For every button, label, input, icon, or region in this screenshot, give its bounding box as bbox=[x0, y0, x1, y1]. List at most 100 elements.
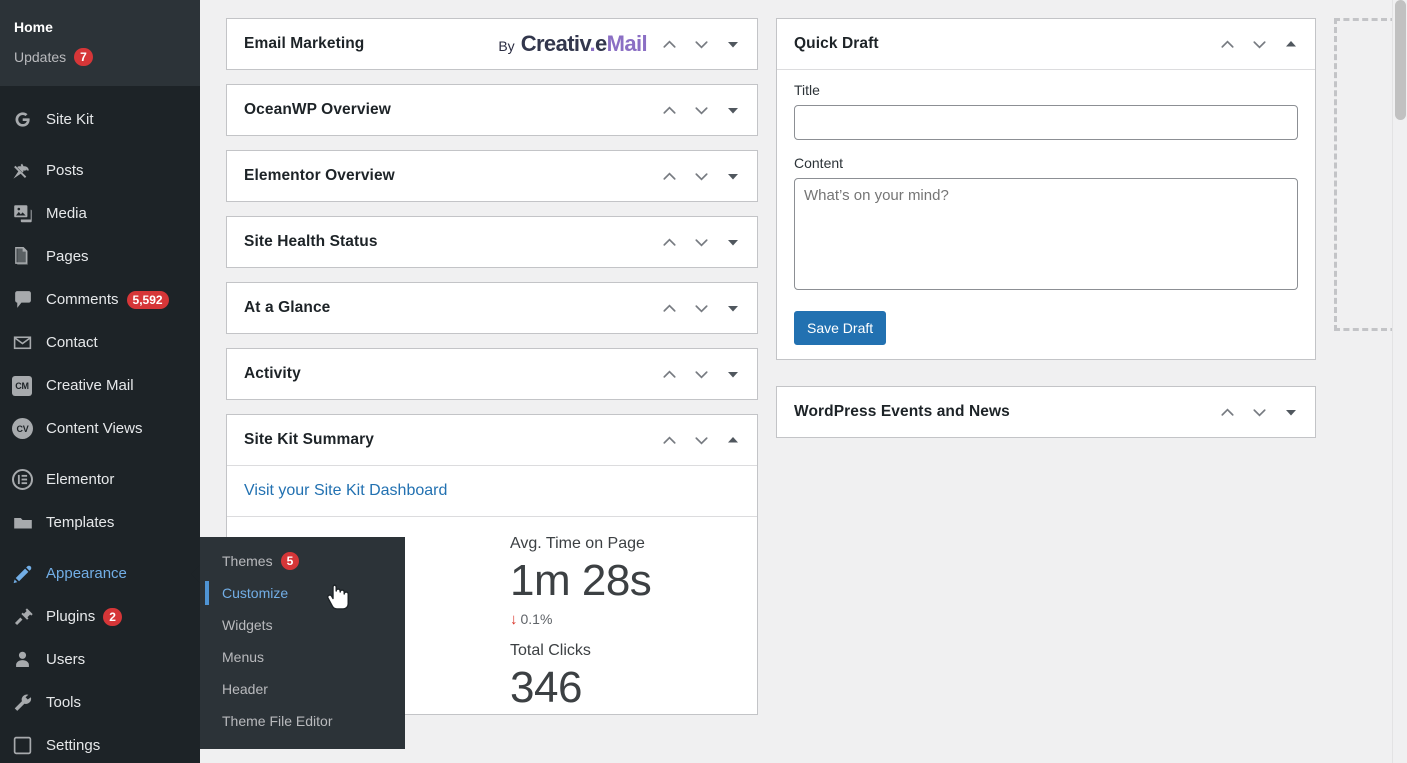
google-g-icon bbox=[12, 108, 40, 132]
chevron-down-icon[interactable] bbox=[1243, 28, 1275, 60]
widget-elementor-overview-header[interactable]: Elementor Overview bbox=[227, 151, 757, 201]
chevron-down-icon[interactable] bbox=[685, 358, 717, 390]
widget-quick-draft-body: Title Content Save Draft bbox=[777, 69, 1315, 359]
triangle-down-icon[interactable] bbox=[717, 226, 749, 258]
page-scrollbar[interactable] bbox=[1392, 0, 1407, 763]
triangle-up-icon[interactable] bbox=[1275, 28, 1307, 60]
widget-email-marketing: Email Marketing By Creativ.eMail bbox=[226, 18, 758, 70]
chevron-down-icon[interactable] bbox=[685, 292, 717, 324]
chevron-down-icon[interactable] bbox=[1243, 396, 1275, 428]
chevron-up-icon[interactable] bbox=[653, 292, 685, 324]
submenu-item-theme-file-editor[interactable]: Theme File Editor bbox=[200, 705, 405, 737]
triangle-down-icon[interactable] bbox=[717, 358, 749, 390]
chevron-down-icon[interactable] bbox=[685, 94, 717, 126]
elementor-icon bbox=[12, 468, 40, 492]
submenu-item-menus[interactable]: Menus bbox=[200, 641, 405, 673]
chevron-down-icon[interactable] bbox=[685, 160, 717, 192]
stat-value-avg-time-on-page: 1m 28s bbox=[510, 556, 652, 605]
sidebar-item-tools[interactable]: Tools bbox=[0, 681, 200, 724]
quick-draft-title-input[interactable] bbox=[794, 105, 1298, 140]
sidebar-item-settings-label: Settings bbox=[46, 737, 101, 754]
triangle-down-icon[interactable] bbox=[717, 28, 749, 60]
sidebar-item-posts[interactable]: Posts bbox=[0, 149, 200, 192]
dashboard-column-middle: Quick Draft Title Content What’s on your… bbox=[776, 18, 1316, 452]
widget-activity-header[interactable]: Activity bbox=[227, 349, 757, 399]
sidebar-menu: Site Kit Posts Media Pages Comments 5,59… bbox=[0, 86, 200, 763]
submenu-item-menus-label: Menus bbox=[222, 649, 265, 665]
widget-site-kit-summary-title: Site Kit Summary bbox=[244, 431, 374, 448]
pages-icon bbox=[12, 245, 40, 269]
quick-draft-content-textarea[interactable] bbox=[794, 178, 1298, 290]
chevron-down-icon[interactable] bbox=[685, 424, 717, 456]
widget-site-health-status: Site Health Status bbox=[226, 216, 758, 268]
submenu-item-header[interactable]: Header bbox=[200, 673, 405, 705]
sidebar-item-site-kit[interactable]: Site Kit bbox=[0, 98, 200, 141]
sidebar-item-users[interactable]: Users bbox=[0, 638, 200, 681]
submenu-item-themes[interactable]: Themes 5 bbox=[200, 545, 405, 577]
widget-site-kit-summary-header[interactable]: Site Kit Summary bbox=[227, 415, 757, 465]
widget-email-marketing-header[interactable]: Email Marketing By Creativ.eMail bbox=[227, 19, 757, 69]
sidebar-dashboard-subnav: Home Updates 7 bbox=[0, 0, 200, 86]
chevron-up-icon[interactable] bbox=[653, 160, 685, 192]
submenu-item-customize[interactable]: Customize bbox=[200, 577, 405, 609]
sidebar-item-appearance[interactable]: Appearance bbox=[0, 552, 200, 595]
quick-draft-content-label: Content bbox=[794, 155, 844, 171]
save-draft-button[interactable]: Save Draft bbox=[794, 311, 887, 345]
sidebar-item-creative-mail-label: Creative Mail bbox=[46, 377, 134, 394]
widget-site-health-status-header[interactable]: Site Health Status bbox=[227, 217, 757, 267]
sidebar-item-comments[interactable]: Comments 5,592 bbox=[0, 278, 200, 321]
sidebar-subitem-updates[interactable]: Updates 7 bbox=[0, 42, 200, 72]
chevron-up-icon[interactable] bbox=[1211, 28, 1243, 60]
widget-at-a-glance-header[interactable]: At a Glance bbox=[227, 283, 757, 333]
sidebar-item-plugins[interactable]: Plugins 2 bbox=[0, 595, 200, 638]
sidebar-item-site-kit-label: Site Kit bbox=[46, 111, 94, 128]
sidebar-item-appearance-label: Appearance bbox=[46, 565, 127, 582]
widget-wordpress-events-and-news-header[interactable]: WordPress Events and News bbox=[777, 387, 1315, 437]
plug-icon bbox=[12, 605, 40, 629]
sidebar-item-templates-label: Templates bbox=[46, 514, 115, 531]
sidebar-subitem-home[interactable]: Home bbox=[0, 12, 200, 42]
submenu-item-header-label: Header bbox=[222, 681, 268, 697]
chevron-up-icon[interactable] bbox=[653, 424, 685, 456]
widget-quick-draft-header[interactable]: Quick Draft bbox=[777, 19, 1315, 69]
sidebar-item-pages[interactable]: Pages bbox=[0, 235, 200, 278]
sidebar-item-settings[interactable]: Settings bbox=[0, 724, 200, 763]
sidebar-item-comments-label: Comments bbox=[46, 291, 119, 308]
chevron-up-icon[interactable] bbox=[1211, 396, 1243, 428]
sidebar-item-contact[interactable]: Contact bbox=[0, 321, 200, 364]
chevron-up-icon[interactable] bbox=[653, 226, 685, 258]
triangle-down-icon[interactable] bbox=[717, 160, 749, 192]
sidebar-item-users-label: Users bbox=[46, 651, 86, 668]
chevron-up-icon[interactable] bbox=[653, 28, 685, 60]
stat-delta-avg-time-on-page: ↓ 0.1% bbox=[510, 611, 757, 628]
sidebar-item-contact-label: Contact bbox=[46, 334, 98, 351]
creative-mail-brand: By Creativ.eMail bbox=[498, 31, 647, 57]
sidebar-item-content-views[interactable]: CV Content Views bbox=[0, 407, 200, 450]
sidebar-item-templates[interactable]: Templates bbox=[0, 501, 200, 544]
triangle-down-icon[interactable] bbox=[717, 292, 749, 324]
widget-activity-title: Activity bbox=[244, 365, 301, 382]
sidebar-item-creative-mail[interactable]: CM Creative Mail bbox=[0, 364, 200, 407]
chevron-up-icon[interactable] bbox=[653, 94, 685, 126]
triangle-down-icon[interactable] bbox=[1275, 396, 1307, 428]
submenu-item-widgets[interactable]: Widgets bbox=[200, 609, 405, 641]
triangle-down-icon[interactable] bbox=[717, 94, 749, 126]
triangle-up-icon[interactable] bbox=[717, 424, 749, 456]
comments-count-badge: 5,592 bbox=[126, 290, 169, 309]
folder-icon bbox=[12, 511, 40, 535]
chevron-down-icon[interactable] bbox=[685, 226, 717, 258]
scrollbar-thumb[interactable] bbox=[1395, 0, 1406, 120]
widget-activity: Activity bbox=[226, 348, 758, 400]
sidebar-item-elementor[interactable]: Elementor bbox=[0, 458, 200, 501]
chevron-up-icon[interactable] bbox=[653, 358, 685, 390]
sidebar-item-plugins-label: Plugins bbox=[46, 608, 96, 625]
widget-quick-draft-title: Quick Draft bbox=[794, 35, 879, 52]
chevron-down-icon[interactable] bbox=[685, 28, 717, 60]
wrench-icon bbox=[12, 691, 40, 715]
brand-part-mail: Mail bbox=[606, 31, 648, 56]
paintbrush-icon bbox=[12, 562, 40, 586]
sidebar-item-media[interactable]: Media bbox=[0, 192, 200, 235]
sidebar-item-elementor-label: Elementor bbox=[46, 471, 115, 488]
site-kit-dashboard-link[interactable]: Visit your Site Kit Dashboard bbox=[244, 482, 447, 499]
widget-oceanwp-overview-header[interactable]: OceanWP Overview bbox=[227, 85, 757, 135]
